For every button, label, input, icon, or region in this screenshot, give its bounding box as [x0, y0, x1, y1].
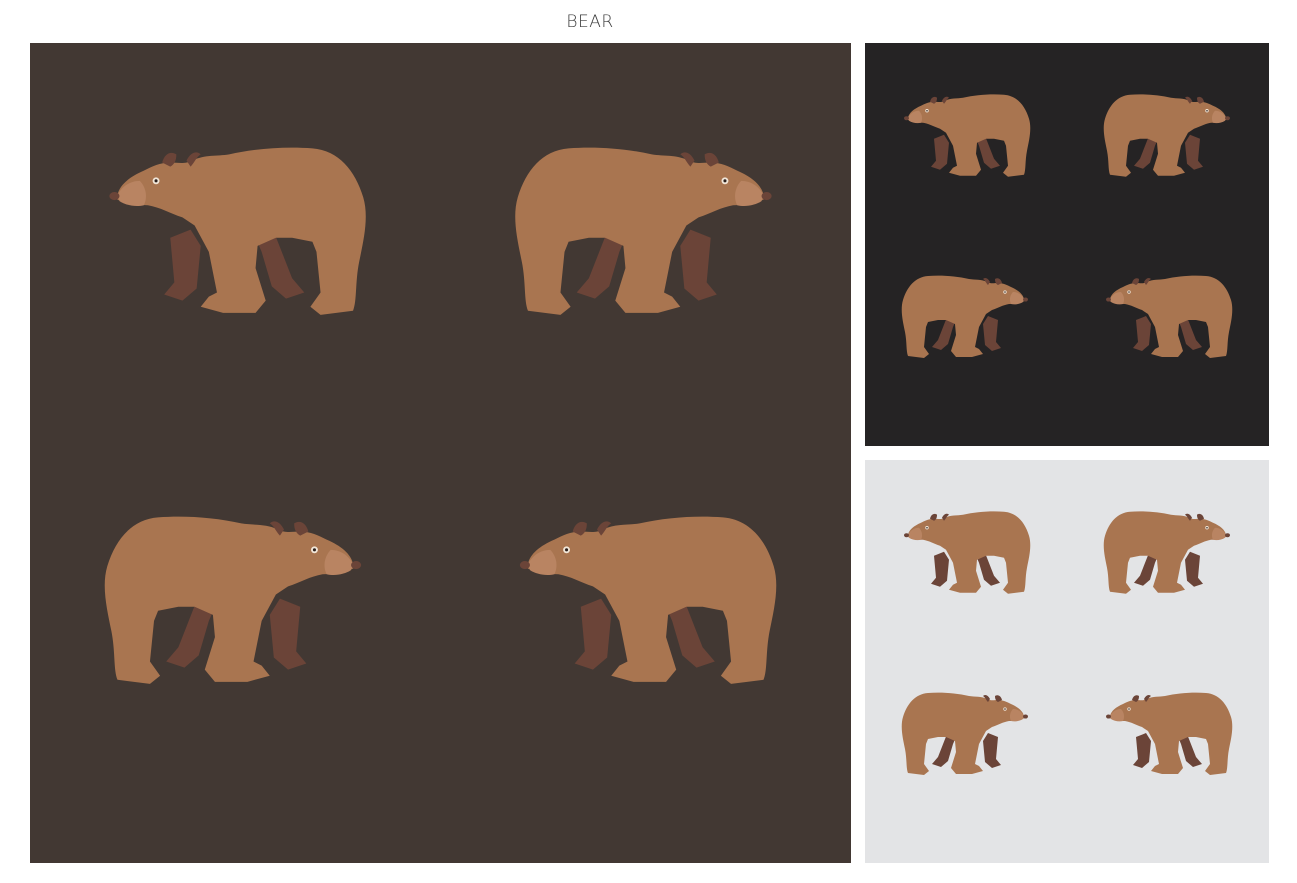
panel-background [865, 43, 1269, 446]
light-pattern-panel-svg [865, 460, 1269, 863]
light-pattern-panel [865, 460, 1269, 863]
panel-background [30, 43, 851, 863]
page-title: BEAR [566, 12, 614, 32]
panel-background [865, 460, 1269, 863]
dark-pattern-panel-svg [865, 43, 1269, 446]
main-pattern-panel [30, 43, 851, 863]
dark-pattern-panel [865, 43, 1269, 446]
main-pattern-panel-svg [30, 43, 851, 863]
